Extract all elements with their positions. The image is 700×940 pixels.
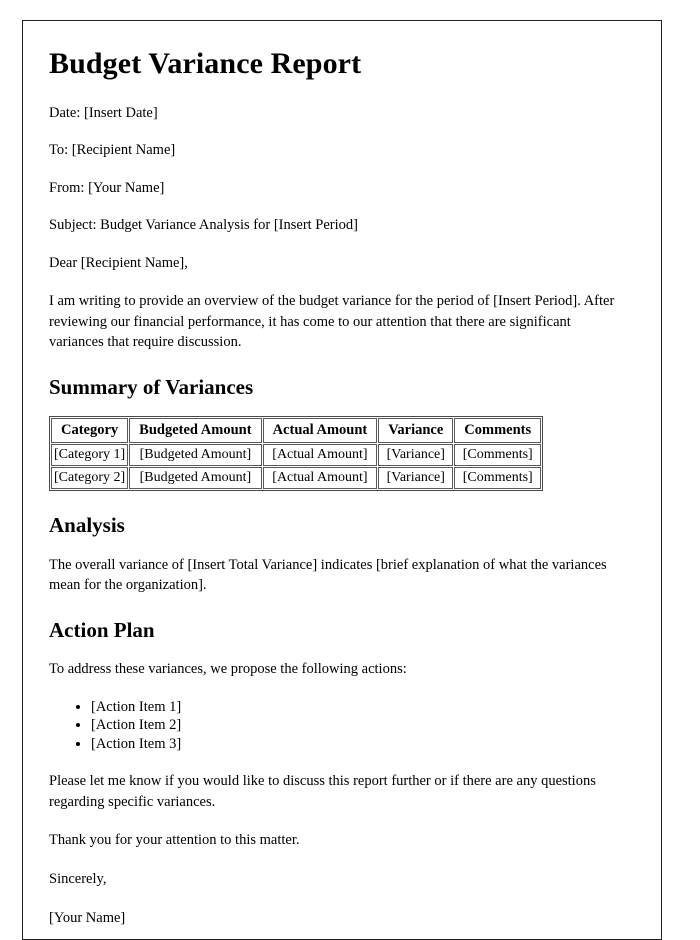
section-heading-action-plan: Action Plan (49, 617, 155, 642)
variance-table: Category Budgeted Amount Actual Amount V… (49, 416, 544, 492)
closing-signature: [Your Name] (49, 909, 126, 926)
intro-paragraph: I am writing to provide an overview of t… (49, 293, 615, 351)
closing-request: Please let me know if you would like to … (49, 773, 596, 810)
document-content: Budget Variance Report Date: [Insert Dat… (23, 21, 661, 928)
cell-budgeted-amount: [Budgeted Amount] (129, 444, 262, 467)
cell-variance: [Variance] (378, 444, 454, 467)
closing-thanks: Thank you for your attention to this mat… (49, 832, 300, 849)
document-page: Budget Variance Report Date: [Insert Dat… (22, 20, 662, 940)
cell-category: [Category 2] (51, 467, 129, 490)
page-title: Budget Variance Report (49, 47, 362, 80)
cell-category: [Category 1] (51, 444, 129, 467)
meta-line-date: Date: [Insert Date] (49, 104, 158, 121)
action-plan-intro: To address these variances, we propose t… (49, 660, 407, 677)
cell-budgeted-amount: [Budgeted Amount] (129, 467, 262, 490)
cell-actual-amount: [Actual Amount] (262, 467, 378, 490)
cell-comments: [Comments] (454, 444, 542, 467)
section-heading-analysis: Analysis (49, 513, 125, 538)
table-row: [Category 2] [Budgeted Amount] [Actual A… (51, 467, 542, 490)
table-row: [Category 1] [Budgeted Amount] [Actual A… (51, 444, 542, 467)
column-header-budgeted-amount: Budgeted Amount (129, 418, 262, 444)
meta-line-from: From: [Your Name] (49, 179, 165, 196)
list-item: [Action Item 2] (91, 716, 631, 735)
table-header-row: Category Budgeted Amount Actual Amount V… (51, 418, 542, 444)
column-header-actual-amount: Actual Amount (262, 418, 378, 444)
cell-comments: [Comments] (454, 467, 542, 490)
section-heading-summary: Summary of Variances (49, 375, 254, 400)
closing-signoff: Sincerely, (49, 870, 107, 887)
meta-line-subject: Subject: Budget Variance Analysis for [I… (49, 217, 358, 234)
column-header-category: Category (51, 418, 129, 444)
meta-line-to: To: [Recipient Name] (49, 142, 176, 159)
table-head: Category Budgeted Amount Actual Amount V… (51, 418, 542, 444)
cell-variance: [Variance] (378, 467, 454, 490)
column-header-variance: Variance (378, 418, 454, 444)
list-item: [Action Item 1] (91, 698, 631, 717)
list-item: [Action Item 3] (91, 735, 631, 754)
analysis-paragraph: The overall variance of [Insert Total Va… (49, 556, 607, 594)
table-body: [Category 1] [Budgeted Amount] [Actual A… (51, 444, 542, 490)
action-item-list: [Action Item 1] [Action Item 2] [Action … (49, 698, 631, 754)
column-header-comments: Comments (454, 418, 542, 444)
cell-actual-amount: [Actual Amount] (262, 444, 378, 467)
salutation: Dear [Recipient Name], (49, 254, 188, 271)
